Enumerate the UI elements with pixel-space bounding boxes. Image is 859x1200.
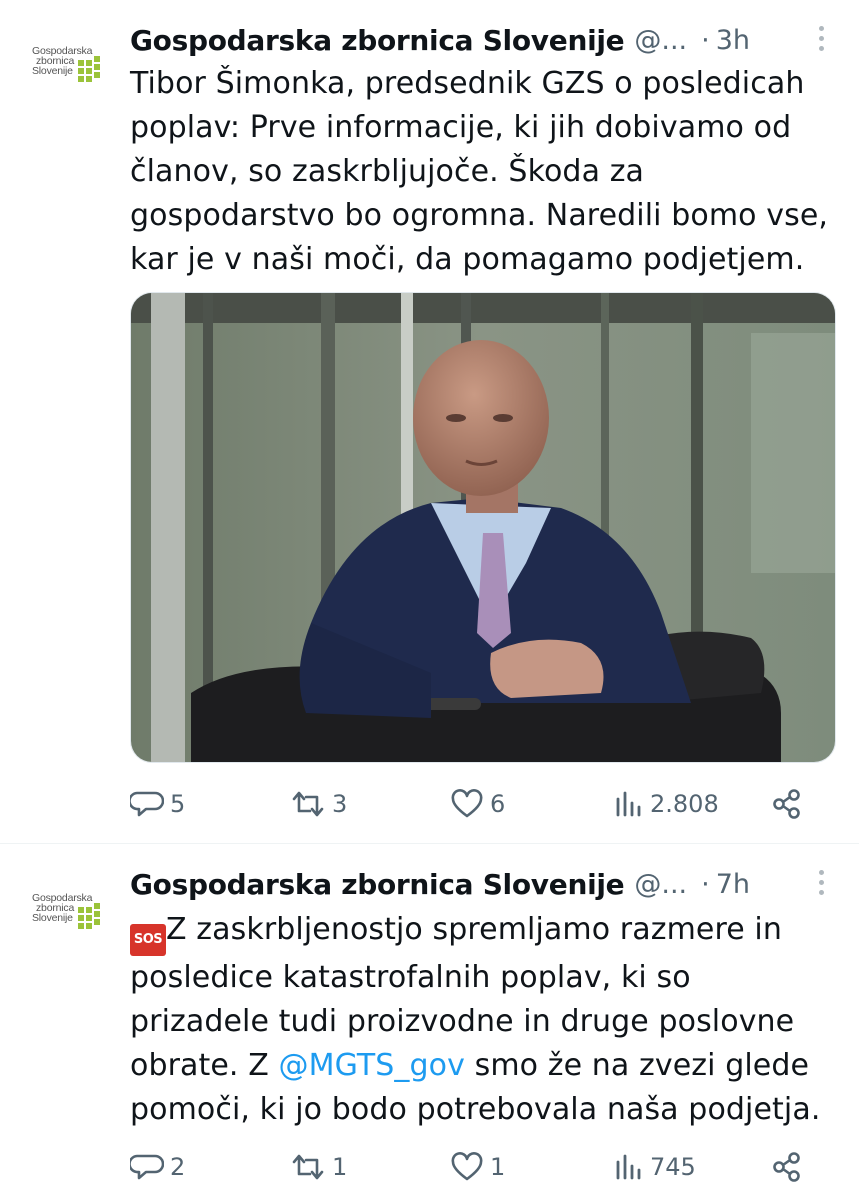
tweet-photo[interactable] [130,292,836,763]
share-icon [773,1152,800,1182]
divider [0,843,859,844]
repost-count: 3 [332,790,348,818]
reply-icon [130,791,164,817]
views-button[interactable]: 2.808 [612,782,719,826]
reply-button[interactable]: 2 [130,1145,185,1189]
views-icon [616,791,641,817]
like-icon [451,789,483,818]
reply-button[interactable]: 5 [130,782,185,826]
separator: · [701,24,710,56]
views-icon [616,1154,641,1180]
share-icon [773,789,800,819]
author-name[interactable]: Gospodarska zbornica Slovenije [130,24,625,57]
tweet-actions: 2 1 1 745 [130,1145,830,1189]
sos-icon: SOS [130,924,166,956]
author-handle[interactable]: @... [634,869,687,900]
tweet-text: SOS Z zaskrbljenostjo spremljamo razmere … [130,908,835,1132]
like-count: 6 [490,790,506,818]
author-avatar[interactable]: Gospodarska zbornica Slovenije [22,893,112,953]
logo-text: Slovenije [32,65,73,77]
views-count: 2.808 [650,790,719,818]
repost-button[interactable]: 3 [290,782,347,826]
logo-text: Slovenije [32,912,73,924]
tweet-actions: 5 3 6 2.808 [130,782,830,826]
tweet-header: Gospodarska zbornica Slovenije @... · 3h [130,20,829,60]
views-button[interactable]: 745 [612,1145,696,1189]
author-handle[interactable]: @... [634,25,687,56]
mention-link[interactable]: @MGTS_gov [279,1048,465,1083]
like-count: 1 [490,1153,506,1181]
portrait-photo [131,293,835,762]
repost-count: 1 [332,1153,348,1181]
separator: · [701,868,710,900]
timestamp[interactable]: 3h [716,25,750,56]
author-name[interactable]: Gospodarska zbornica Slovenije [130,868,625,901]
author-avatar[interactable]: Gospodarska zbornica Slovenije [22,46,112,106]
repost-icon [292,1154,324,1180]
tweet-header: Gospodarska zbornica Slovenije @... · 7h [130,864,829,904]
share-button[interactable] [770,782,804,826]
views-count: 745 [650,1153,696,1181]
logo-grid-icon [78,903,100,929]
like-button[interactable]: 6 [450,782,505,826]
like-icon [451,1152,483,1181]
reply-icon [130,1154,164,1180]
share-button[interactable] [770,1145,804,1189]
tweet-text: Tibor Šimonka, predsednik GZS o posledic… [130,66,829,277]
tweet[interactable]: Gospodarska zbornica Slovenije Gospodars… [0,0,859,843]
like-button[interactable]: 1 [450,1145,505,1189]
more-icon[interactable] [819,870,825,900]
logo-grid-icon [78,56,100,82]
reply-count: 5 [170,790,186,818]
repost-button[interactable]: 1 [290,1145,347,1189]
timestamp[interactable]: 7h [716,869,750,900]
repost-icon [292,791,324,817]
more-icon[interactable] [819,26,825,56]
reply-count: 2 [170,1153,186,1181]
